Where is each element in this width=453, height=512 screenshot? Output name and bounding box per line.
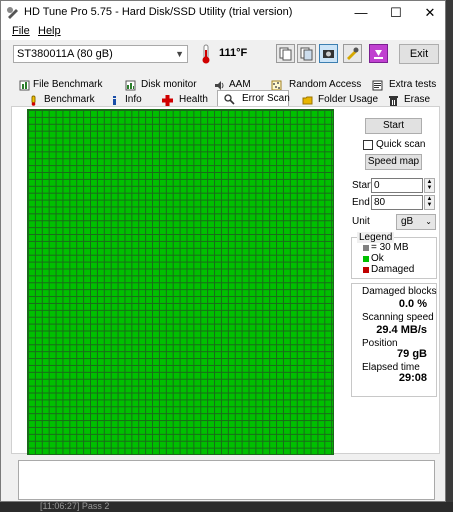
menu-help[interactable]: Help	[38, 25, 61, 37]
unit-select-value: gB	[401, 216, 414, 227]
menu-bar: File Help	[1, 24, 445, 40]
end-label: End	[352, 197, 370, 208]
window-title: HD Tune Pro 5.75 - Hard Disk/SSD Utility…	[24, 6, 293, 18]
end-spinner[interactable]: ▲ ▼	[424, 195, 435, 210]
close-button[interactable]: ✕	[413, 1, 447, 24]
position-value: 79 gB	[397, 348, 427, 360]
menu-file-label: File	[12, 25, 30, 37]
copy-text-glyph	[279, 47, 292, 61]
camera-glyph	[323, 50, 334, 58]
quick-scan-checkbox[interactable]	[363, 140, 373, 150]
start-spinner[interactable]: ▲ ▼	[424, 178, 435, 193]
chevron-down-icon: ▼	[175, 49, 184, 59]
elapsed-time-value: 29:08	[398, 372, 427, 384]
menu-help-label: Help	[38, 25, 61, 37]
unit-label: Unit	[352, 216, 370, 227]
legend-damaged-swatch	[363, 267, 369, 273]
save-arrow-glyph	[374, 50, 383, 59]
tab-label: File Benchmark	[33, 79, 103, 90]
damaged-blocks-value: 0.0 %	[398, 298, 427, 310]
toolbar: ST380011A (80 gB) ▼ 111°F Exit	[1, 40, 445, 70]
drive-select[interactable]: ST380011A (80 gB) ▼	[13, 45, 188, 63]
scanning-speed-label: Scanning speed	[362, 312, 434, 323]
info-icon	[113, 96, 116, 105]
magnifier-icon	[224, 94, 235, 105]
tab-label: Random Access	[289, 79, 362, 90]
minimize-button[interactable]: —	[344, 1, 378, 24]
legend-block-swatch	[363, 245, 369, 251]
disk-monitor-icon	[125, 80, 136, 91]
app-logo-icon	[7, 7, 18, 19]
save-icon[interactable]	[369, 44, 388, 63]
maximize-button[interactable]: ☐	[379, 1, 413, 24]
scan-block-grid	[27, 109, 334, 455]
legend-block-size: = 30 MB	[371, 242, 409, 253]
exit-button[interactable]: Exit	[399, 44, 439, 64]
screenshot-icon[interactable]	[319, 44, 338, 63]
options-icon[interactable]	[343, 44, 362, 63]
damaged-blocks-label: Damaged blocks	[362, 286, 437, 297]
tab-label: Extra tests	[389, 79, 437, 90]
temperature-readout: 111°F	[219, 47, 248, 59]
folder-icon	[302, 96, 313, 105]
legend-damaged-label: Damaged	[371, 264, 415, 275]
chevron-down-icon: ⌄	[425, 217, 432, 226]
drive-select-value: ST380011A (80 gB)	[17, 48, 113, 60]
start-input[interactable]: 0	[371, 178, 423, 193]
file-benchmark-icon	[19, 80, 30, 91]
scanning-speed-value: 29.4 MB/s	[376, 324, 427, 336]
tab-extra-tests[interactable]: Extra tests	[372, 77, 436, 93]
copy-info-glyph	[300, 47, 313, 61]
menu-file[interactable]: File	[12, 25, 30, 37]
log-panel[interactable]	[18, 460, 435, 500]
benchmark-icon	[31, 95, 36, 106]
thermometer-icon	[202, 44, 210, 64]
legend-ok-label: Ok	[371, 253, 384, 264]
options-glyph	[347, 47, 359, 60]
title-bar[interactable]: HD Tune Pro 5.75 - Hard Disk/SSD Utility…	[1, 1, 445, 24]
quick-scan-label: Quick scan	[376, 139, 426, 150]
start-scan-button[interactable]: Start	[365, 118, 422, 134]
app-window: HD Tune Pro 5.75 - Hard Disk/SSD Utility…	[0, 0, 446, 502]
start-label: Start	[352, 180, 374, 191]
tab-label: Disk monitor	[141, 79, 197, 90]
unit-select[interactable]: gB ⌄	[396, 214, 436, 230]
speed-map-button[interactable]: Speed map	[365, 154, 422, 170]
copy-text-icon[interactable]	[276, 44, 295, 63]
end-input[interactable]: 80	[371, 195, 423, 210]
tab-file-benchmark[interactable]: File Benchmark	[15, 77, 107, 93]
tab-disk-monitor[interactable]: Disk monitor	[123, 77, 197, 93]
legend-ok-swatch	[363, 256, 369, 262]
extra-tests-icon	[372, 80, 383, 91]
background-log-text: [11:06:27] Pass 2	[40, 501, 110, 511]
tab-label: Error Scan	[242, 93, 290, 104]
erase-icon	[389, 96, 398, 106]
copy-info-icon[interactable]	[297, 44, 316, 63]
